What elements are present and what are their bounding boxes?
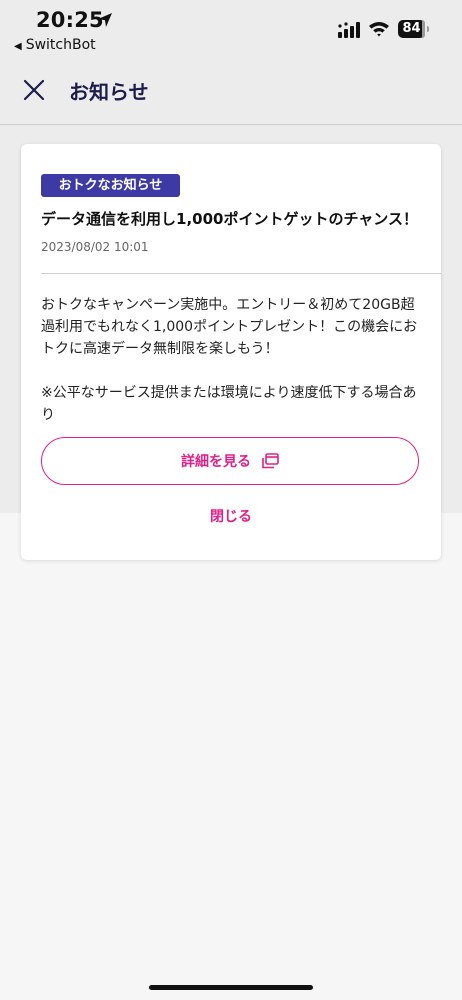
view-details-label: 詳細を見る <box>181 454 251 470</box>
battery-icon: 84 <box>398 20 430 38</box>
notice-body-paragraph: おトクなキャンペーン実施中。エントリー＆初めて20GB超過利用でもれなく1,00… <box>41 297 418 357</box>
notice-date: 2023/08/02 10:01 <box>41 240 149 254</box>
view-details-button[interactable]: 詳細を見る <box>41 437 419 485</box>
back-to-app-link[interactable]: ◀ SwitchBot <box>14 37 96 53</box>
notice-body-paragraph: ※公平なサービス提供または環境により速度低下する場合あり <box>41 385 417 423</box>
page-header: お知らせ <box>0 62 462 125</box>
notice-body: おトクなキャンペーン実施中。エントリー＆初めて20GB超過利用でもれなく1,00… <box>41 294 423 426</box>
notice-tag-badge: おトクなお知らせ <box>41 174 180 197</box>
home-indicator <box>149 985 313 990</box>
notice-title: データ通信を利用し1,000ポイントゲットのチャンス！ <box>41 210 418 228</box>
external-window-icon <box>262 453 279 469</box>
battery-level: 84 <box>402 21 421 36</box>
location-arrow-icon <box>98 13 112 27</box>
back-app-label: SwitchBot <box>25 37 96 53</box>
wifi-icon <box>369 22 389 37</box>
close-icon[interactable] <box>22 78 46 102</box>
close-button[interactable]: 閉じる <box>21 506 441 526</box>
divider <box>41 273 441 274</box>
notice-card: おトクなお知らせ データ通信を利用し1,000ポイントゲットのチャンス！ 202… <box>21 144 441 560</box>
status-bar: 20:25 ◀ SwitchBot 84 <box>0 0 462 60</box>
back-triangle-icon: ◀ <box>14 41 22 52</box>
page-title: お知らせ <box>69 80 149 104</box>
status-time: 20:25 <box>36 8 104 32</box>
cellular-signal-icon <box>338 22 360 38</box>
